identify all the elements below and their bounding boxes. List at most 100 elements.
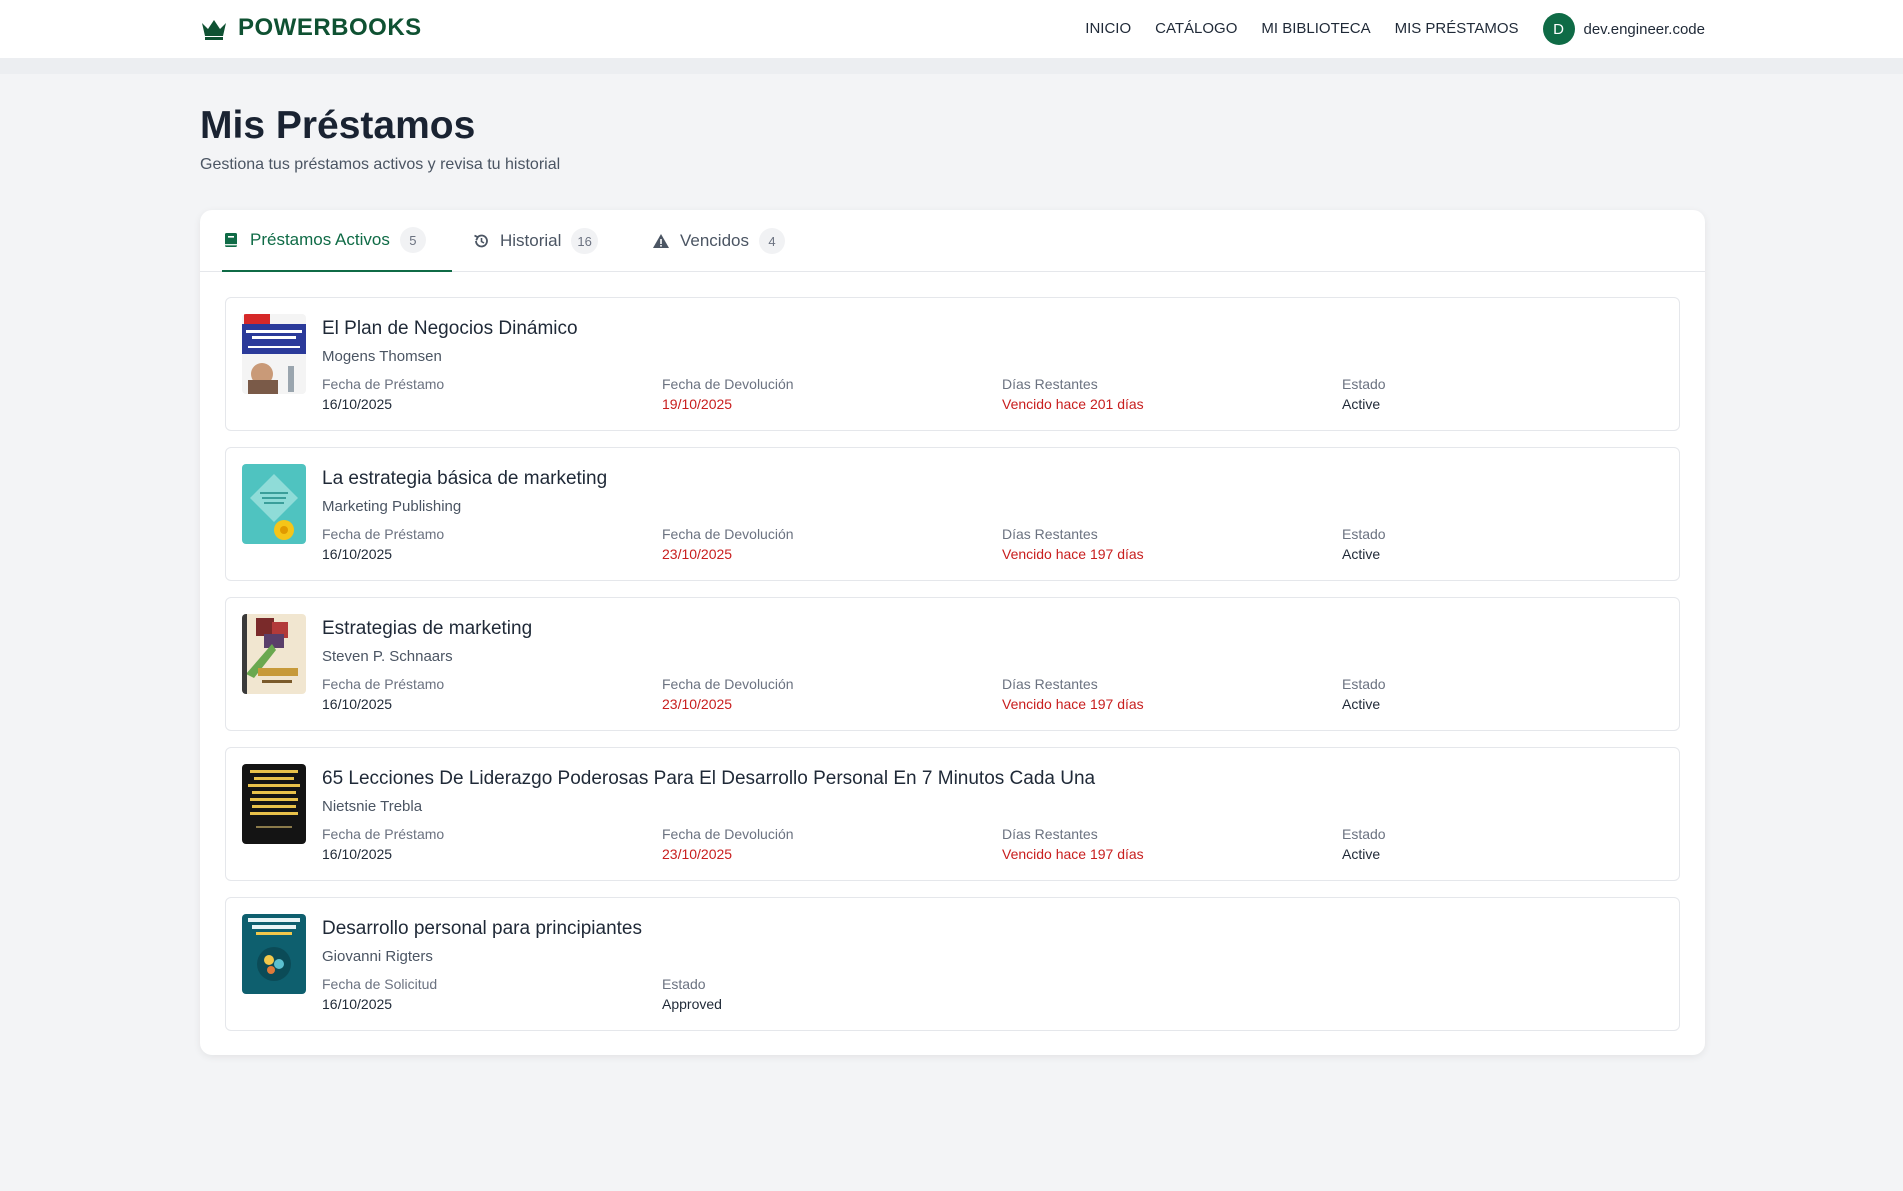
tab-vencidos[interactable]: Vencidos 4 bbox=[652, 210, 785, 272]
book-title: La estrategia básica de marketing bbox=[322, 468, 608, 489]
loan-item[interactable]: La estrategia básica de marketing Market… bbox=[225, 447, 1680, 581]
field-label: Días Restantes bbox=[1002, 526, 1098, 542]
book-title: 65 Lecciones De Liderazgo Poderosas Para… bbox=[322, 768, 1096, 789]
return-date-field: Fecha de Devolución 23/10/2025 bbox=[662, 676, 794, 712]
book-icon bbox=[225, 233, 237, 247]
tab-count-badge: 16 bbox=[571, 228, 598, 254]
field-value: 19/10/2025 bbox=[662, 396, 733, 412]
loan-date-field: Fecha de Préstamo 16/10/2025 bbox=[322, 826, 444, 862]
field-label: Fecha de Devolución bbox=[662, 676, 794, 692]
book-cover bbox=[242, 464, 306, 544]
book-author: Marketing Publishing bbox=[322, 498, 462, 515]
tab-historial[interactable]: Historial 16 bbox=[472, 210, 598, 272]
field-label: Fecha de Préstamo bbox=[322, 676, 445, 692]
tab-count-badge: 4 bbox=[759, 228, 785, 254]
field-value: 23/10/2025 bbox=[662, 546, 733, 562]
book-cover bbox=[242, 764, 306, 844]
tab-count-badge: 5 bbox=[399, 227, 426, 253]
field-value: 16/10/2025 bbox=[322, 996, 393, 1012]
status-value: Active bbox=[1342, 846, 1381, 862]
book-title: Desarrollo personal para principiantes bbox=[322, 918, 643, 939]
loan-date-field: Fecha de Préstamo 16/10/2025 bbox=[322, 526, 444, 562]
field-label: Días Restantes bbox=[1002, 376, 1098, 392]
status-value: Active bbox=[1342, 396, 1381, 412]
crown-icon bbox=[202, 20, 226, 40]
book-title: Estrategias de marketing bbox=[322, 618, 533, 639]
status-field: Estado Active bbox=[1342, 826, 1386, 862]
book-author: Mogens Thomsen bbox=[322, 348, 442, 365]
history-icon bbox=[474, 234, 488, 248]
status-value: Active bbox=[1342, 696, 1381, 712]
status-field: Estado Approved bbox=[662, 976, 722, 1012]
field-label: Fecha de Préstamo bbox=[322, 376, 445, 392]
field-value: 23/10/2025 bbox=[662, 696, 733, 712]
header-band bbox=[0, 58, 1903, 74]
days-remaining-field: Días Restantes Vencido hace 201 días bbox=[1002, 376, 1144, 412]
book-cover bbox=[242, 614, 306, 694]
status-value: Active bbox=[1342, 546, 1381, 562]
page-subtitle: Gestiona tus préstamos activos y revisa … bbox=[200, 156, 561, 173]
book-cover bbox=[242, 314, 306, 394]
days-remaining-field: Días Restantes Vencido hace 197 días bbox=[1002, 826, 1144, 862]
warning-icon bbox=[653, 234, 669, 248]
field-label: Estado bbox=[1342, 826, 1386, 842]
field-label: Fecha de Solicitud bbox=[322, 976, 438, 992]
field-value: Vencido hace 201 días bbox=[1002, 396, 1144, 412]
loan-date-field: Fecha de Préstamo 16/10/2025 bbox=[322, 676, 444, 712]
status-value: Approved bbox=[662, 996, 722, 1012]
loan-item[interactable]: Desarrollo personal para principiantes G… bbox=[225, 897, 1680, 1031]
field-value: Vencido hace 197 días bbox=[1002, 546, 1144, 562]
days-remaining-field: Días Restantes Vencido hace 197 días bbox=[1002, 526, 1144, 562]
field-label: Días Restantes bbox=[1002, 676, 1098, 692]
request-date-field: Fecha de Solicitud 16/10/2025 bbox=[322, 976, 437, 1012]
field-label: Fecha de Devolución bbox=[662, 826, 794, 842]
days-remaining-field: Días Restantes Vencido hace 197 días bbox=[1002, 676, 1144, 712]
field-label: Estado bbox=[1342, 376, 1386, 392]
field-value: 16/10/2025 bbox=[322, 846, 393, 862]
nav-link-mi-biblioteca[interactable]: MI BIBLIOTECA bbox=[1261, 16, 1370, 42]
brand-logo[interactable]: POWERBOOKS bbox=[200, 14, 422, 42]
loan-date-field: Fecha de Préstamo 16/10/2025 bbox=[322, 376, 444, 412]
status-field: Estado Active bbox=[1342, 676, 1386, 712]
tab-label: Préstamos Activos bbox=[250, 230, 390, 249]
book-cover bbox=[242, 914, 306, 994]
book-author: Giovanni Rigters bbox=[322, 948, 433, 965]
nav-link-catalogo[interactable]: CATÁLOGO bbox=[1155, 16, 1237, 42]
loan-item[interactable]: Estrategias de marketing Steven P. Schna… bbox=[225, 597, 1680, 731]
field-label: Estado bbox=[1342, 676, 1386, 692]
field-value: 16/10/2025 bbox=[322, 696, 393, 712]
brand-name: POWERBOOKS bbox=[238, 14, 422, 41]
field-value: 16/10/2025 bbox=[322, 396, 393, 412]
field-label: Fecha de Devolución bbox=[662, 376, 794, 392]
field-value: Vencido hace 197 días bbox=[1002, 696, 1144, 712]
user-menu[interactable]: D dev.engineer.code bbox=[1542, 13, 1706, 45]
return-date-field: Fecha de Devolución 19/10/2025 bbox=[662, 376, 794, 412]
field-label: Fecha de Devolución bbox=[662, 526, 794, 542]
nav-link-inicio[interactable]: INICIO bbox=[1085, 16, 1131, 42]
loan-item[interactable]: El Plan de Negocios Dinámico Mogens Thom… bbox=[225, 297, 1680, 431]
status-field: Estado Active bbox=[1342, 376, 1386, 412]
nav-links: INICIO CATÁLOGO MI BIBLIOTECA MIS PRÉSTA… bbox=[1061, 13, 1705, 45]
tab-prestamos-activos[interactable]: Préstamos Activos 5 bbox=[222, 210, 452, 272]
book-title: El Plan de Negocios Dinámico bbox=[322, 318, 578, 339]
loans-card: Préstamos Activos 5 Historial 16 Vencido… bbox=[200, 210, 1705, 1055]
book-author: Nietsnie Trebla bbox=[322, 798, 423, 815]
field-value: Vencido hace 197 días bbox=[1002, 846, 1144, 862]
loan-item[interactable]: 65 Lecciones De Liderazgo Poderosas Para… bbox=[225, 747, 1680, 881]
username[interactable]: dev.engineer.code bbox=[1584, 21, 1706, 38]
tab-label: Vencidos bbox=[680, 231, 749, 250]
tab-label: Historial bbox=[500, 231, 562, 250]
top-navbar: POWERBOOKS INICIO CATÁLOGO MI BIBLIOTECA… bbox=[0, 0, 1903, 58]
book-author: Steven P. Schnaars bbox=[322, 648, 453, 665]
field-label: Estado bbox=[1342, 526, 1386, 542]
status-field: Estado Active bbox=[1342, 526, 1386, 562]
field-value: 23/10/2025 bbox=[662, 846, 733, 862]
return-date-field: Fecha de Devolución 23/10/2025 bbox=[662, 826, 794, 862]
field-label: Estado bbox=[662, 976, 706, 992]
field-label: Fecha de Préstamo bbox=[322, 526, 445, 542]
avatar[interactable]: D bbox=[1542, 13, 1575, 45]
field-label: Días Restantes bbox=[1002, 826, 1098, 842]
page-title: Mis Préstamos bbox=[200, 104, 476, 147]
nav-link-mis-prestamos[interactable]: MIS PRÉSTAMOS bbox=[1395, 16, 1519, 42]
tab-bar: Préstamos Activos 5 Historial 16 Vencido… bbox=[200, 210, 1705, 272]
